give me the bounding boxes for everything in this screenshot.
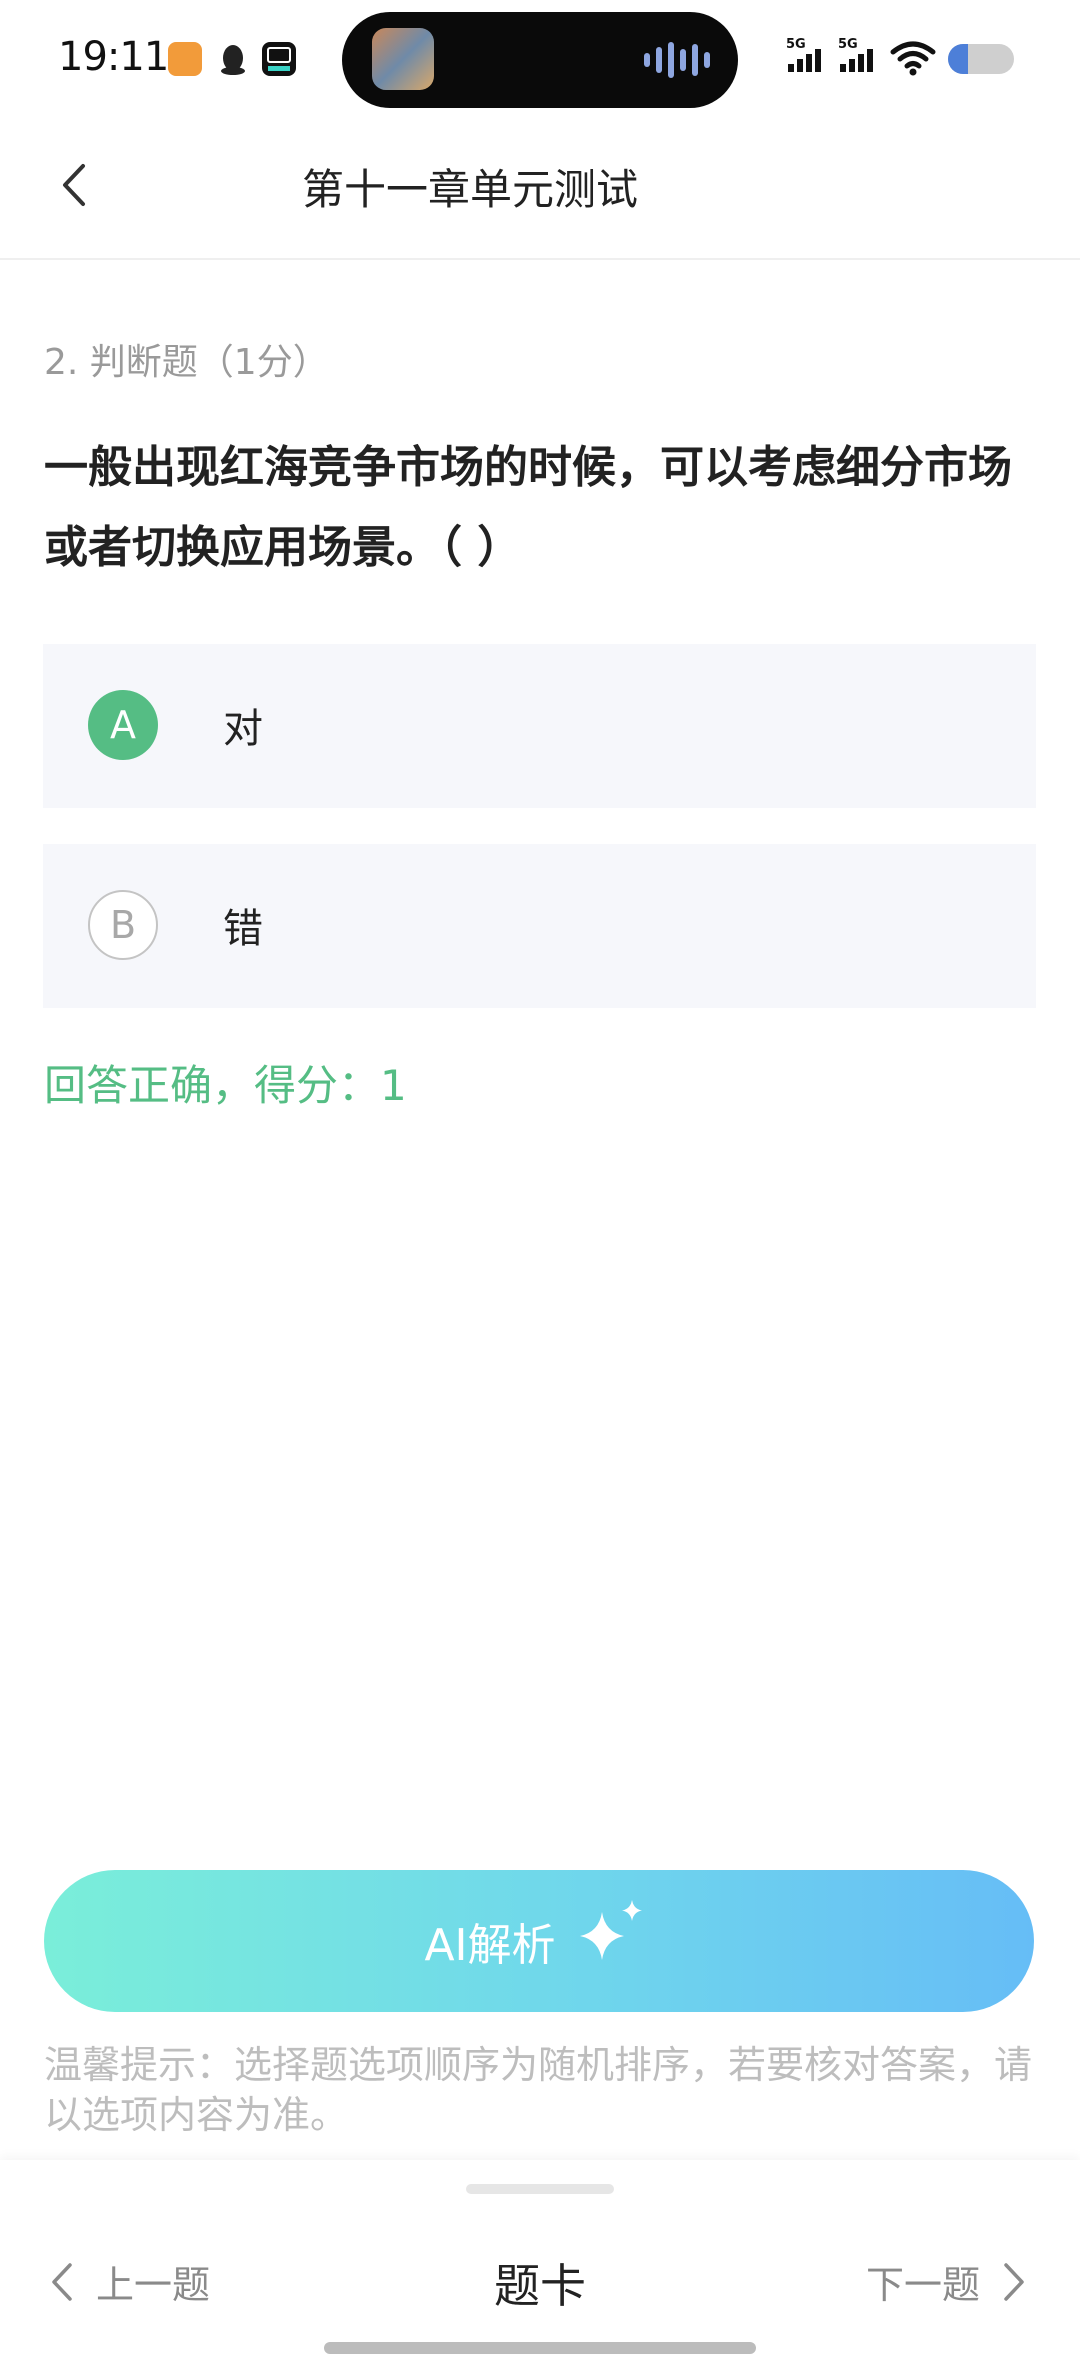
app-notification-icon <box>168 42 202 76</box>
dynamic-island[interactable] <box>342 12 738 108</box>
media-thumbnail <box>372 28 434 90</box>
option-b-text: 错 <box>223 906 263 952</box>
answer-result: 回答正确，得分：1 <box>44 1061 407 1110</box>
sparkle-icon <box>579 1900 642 1960</box>
option-b[interactable]: B 错 <box>43 844 1036 1008</box>
question-text: 一般出现红海竞争市场的时候，可以考虑细分市场或者切换应用场景。（ ） <box>44 442 1012 573</box>
home-indicator[interactable] <box>324 2342 756 2354</box>
ai-analysis-button[interactable]: AI解析 <box>44 1870 1034 2012</box>
qq-penguin-icon <box>216 42 250 76</box>
svg-text:5G: 5G <box>838 37 858 52</box>
next-question-button[interactable]: 下一题 <box>866 2254 1026 2309</box>
chevron-right-icon <box>1004 2262 1024 2301</box>
svg-text:5G: 5G <box>786 37 806 52</box>
bottom-nav: 上一题 题卡 下一题 <box>0 2160 1080 2376</box>
signal-5g-icon: 5G <box>786 37 821 72</box>
wifi-icon <box>890 41 936 76</box>
ai-analysis-label: AI解析 <box>424 1920 556 1971</box>
option-a-badge: A <box>88 690 158 760</box>
signal-5g-icon-2: 5G <box>838 37 873 72</box>
status-time: 19:11 <box>58 34 169 80</box>
option-b-badge: B <box>88 890 158 960</box>
option-a[interactable]: A 对 <box>43 644 1036 808</box>
battery-level <box>948 44 968 74</box>
next-question-label: 下一题 <box>865 2263 980 2307</box>
option-a-text: 对 <box>223 706 263 752</box>
battery-icon <box>948 44 1014 74</box>
drag-handle[interactable] <box>466 2184 614 2194</box>
header: 第十一章单元测试 <box>0 120 1080 260</box>
tip-text: 温馨提示：选择题选项顺序为随机排序，若要核对答案，请以选项内容为准。 <box>44 2043 1033 2137</box>
app-notification-icon-dark <box>262 42 296 76</box>
audio-wave-icon <box>644 40 710 80</box>
question-meta: 2. 判断题（1分） <box>44 342 329 383</box>
page-title: 第十一章单元测试 <box>301 165 638 214</box>
status-bar: 19:11 5G 5G <box>0 0 1080 120</box>
